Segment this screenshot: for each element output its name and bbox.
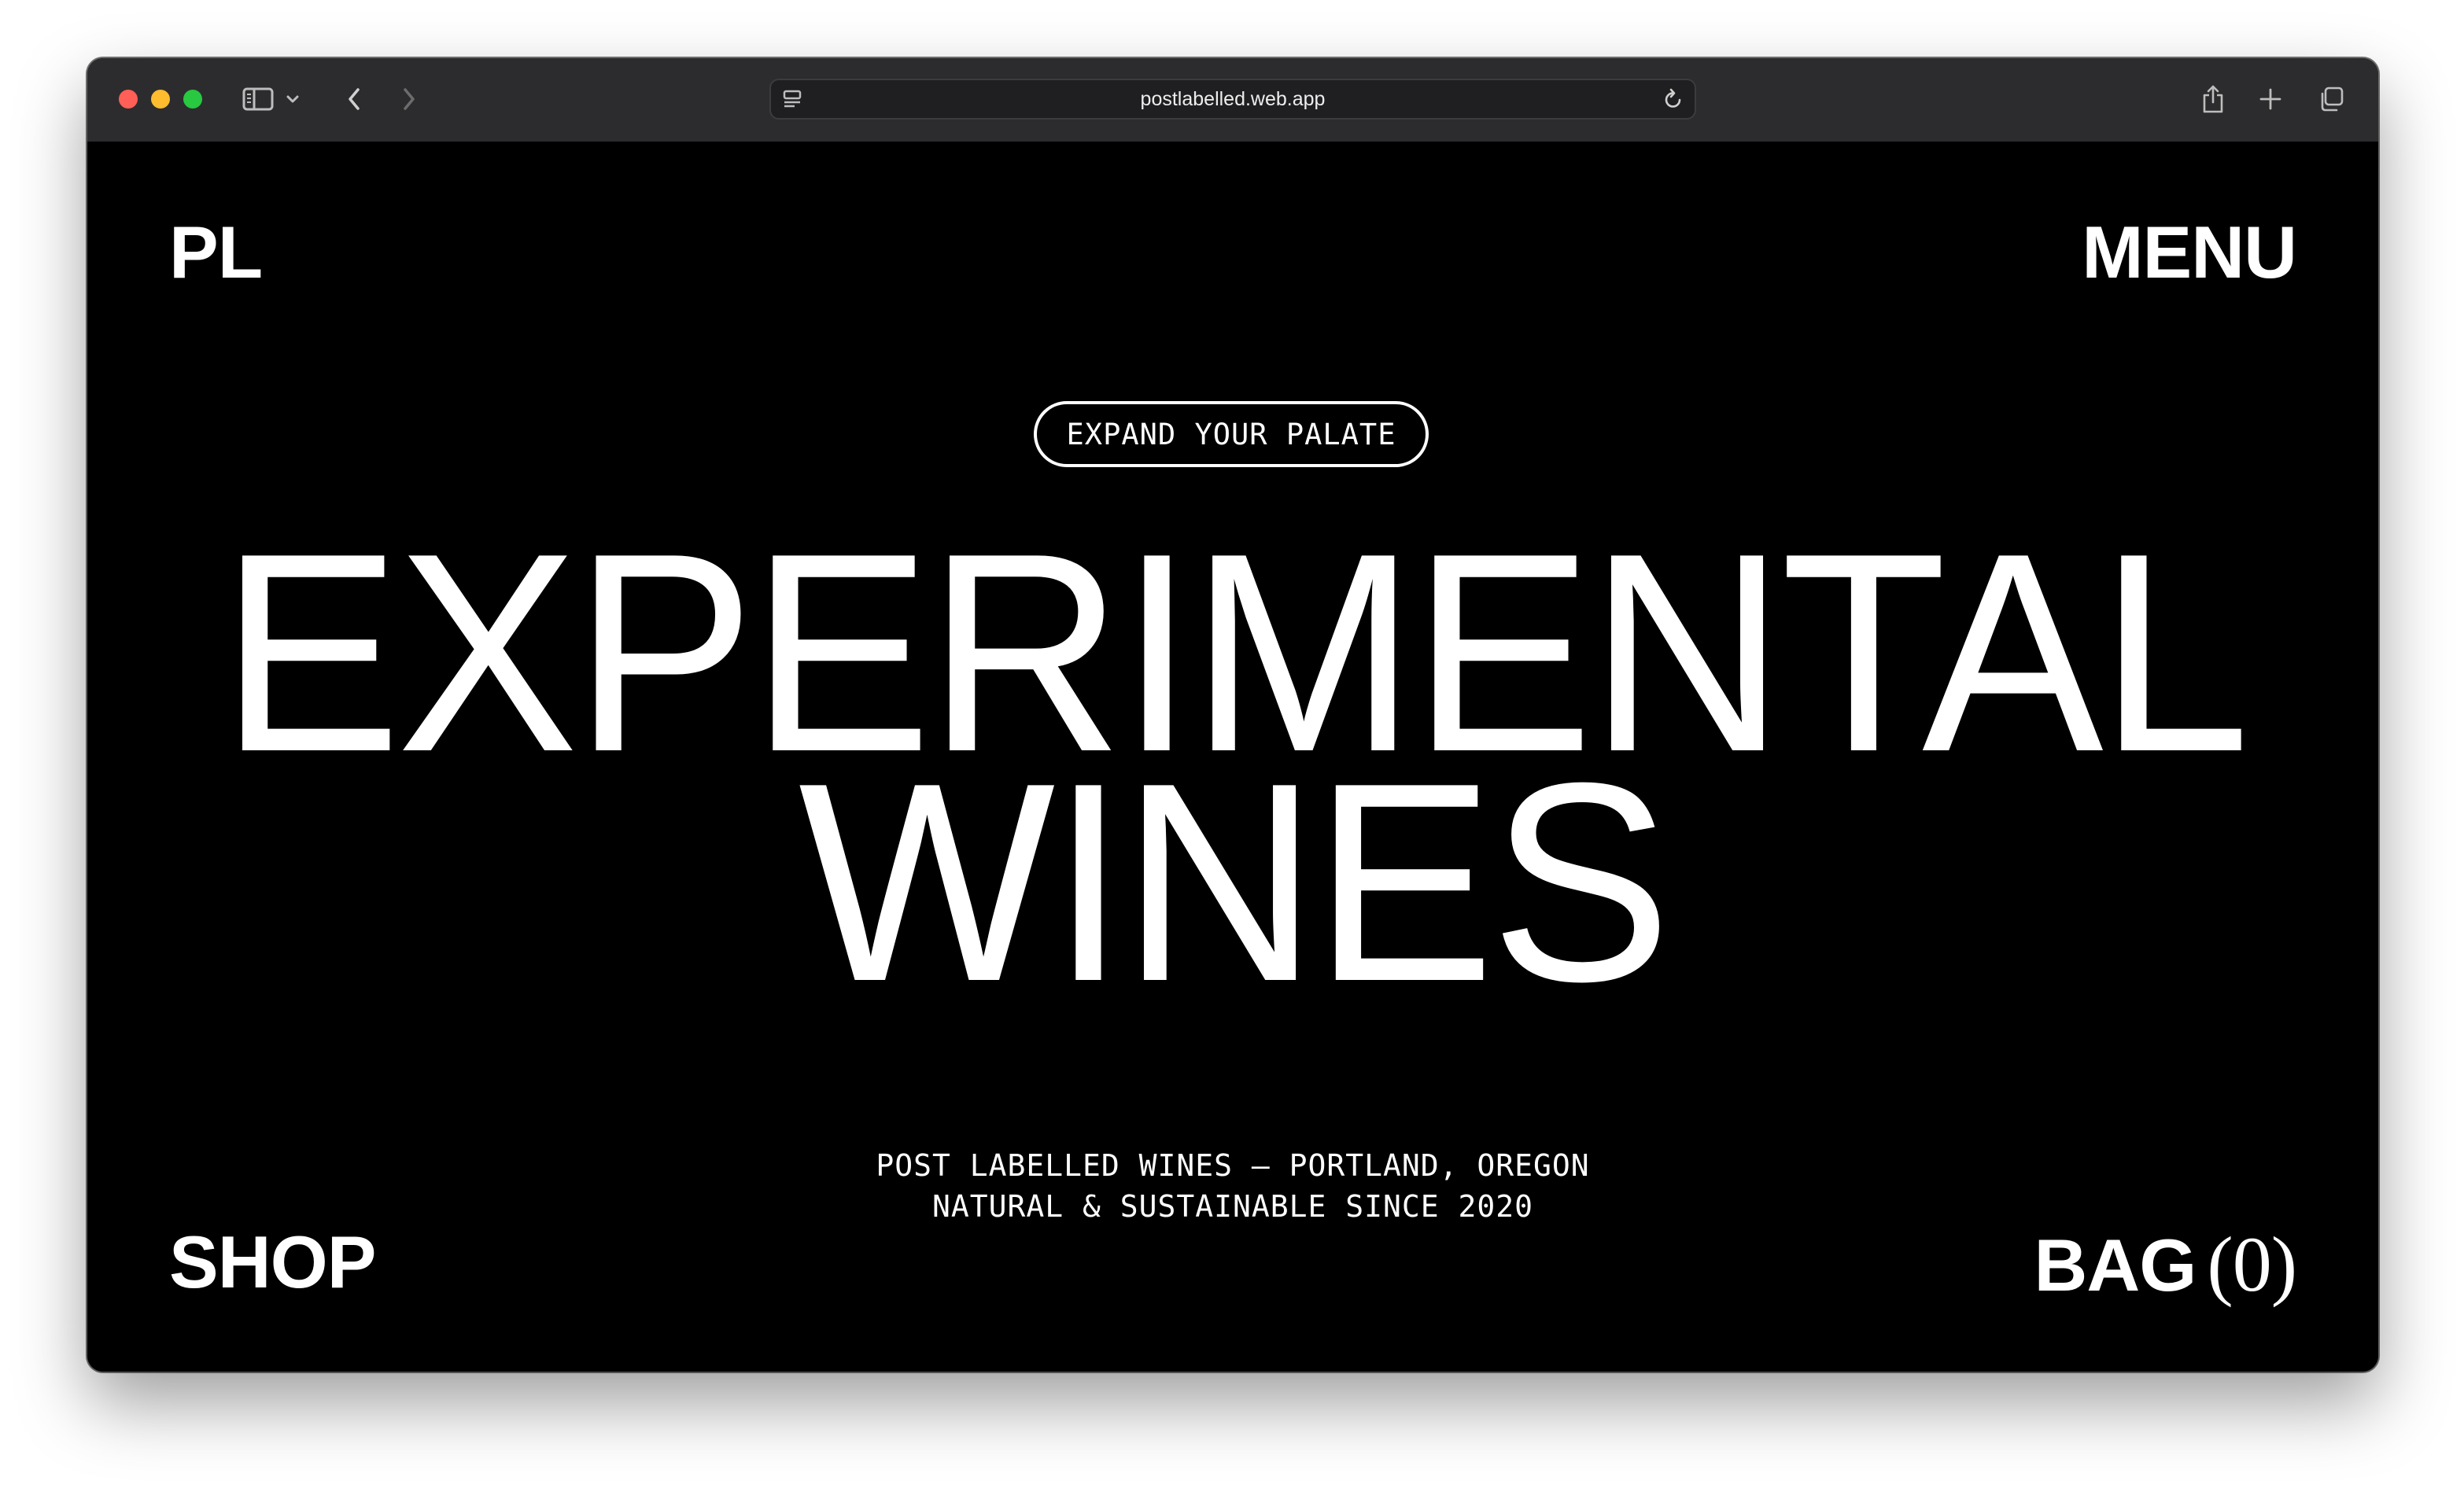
browser-window: postlabelled.web.app PL MENU EXPAND YOUR… <box>87 58 2378 1372</box>
browser-toolbar: postlabelled.web.app <box>87 58 2378 143</box>
menu-button[interactable]: MENU <box>2082 215 2297 289</box>
url-text[interactable]: postlabelled.web.app <box>771 80 1695 118</box>
chevron-left-icon[interactable] <box>342 82 366 116</box>
plus-icon[interactable] <box>2256 82 2285 116</box>
page-content: PL MENU EXPAND YOUR PALATE EXPERIMENTAL … <box>87 142 2378 1372</box>
minimize-window-button[interactable] <box>151 90 170 109</box>
bag-button[interactable]: BAG (0) <box>2034 1225 2297 1304</box>
chevron-down-icon[interactable] <box>284 82 301 116</box>
site-logo[interactable]: PL <box>169 215 263 289</box>
reload-icon[interactable] <box>1662 82 1685 116</box>
subtitle-line-2: NATURAL & SUSTAINABLE SINCE 2020 <box>931 1189 1534 1224</box>
tabs-overview-icon[interactable] <box>2316 82 2346 116</box>
headline-line-2: WINES <box>798 724 1672 1040</box>
sidebar-icon[interactable] <box>241 82 275 116</box>
tagline-pill: EXPAND YOUR PALATE <box>1034 401 1429 467</box>
shop-link[interactable]: SHOP <box>169 1225 376 1299</box>
bag-count: (0) <box>2207 1221 2297 1308</box>
bag-label: BAG <box>2034 1224 2197 1306</box>
chevron-right-icon[interactable] <box>397 82 421 116</box>
address-bar[interactable]: postlabelled.web.app <box>769 79 1696 120</box>
zoom-window-button[interactable] <box>183 90 202 109</box>
share-icon[interactable] <box>2199 82 2227 116</box>
close-window-button[interactable] <box>119 90 138 109</box>
subtitle-line-1: POST LABELLED WINES — PORTLAND, OREGON <box>876 1148 1590 1183</box>
